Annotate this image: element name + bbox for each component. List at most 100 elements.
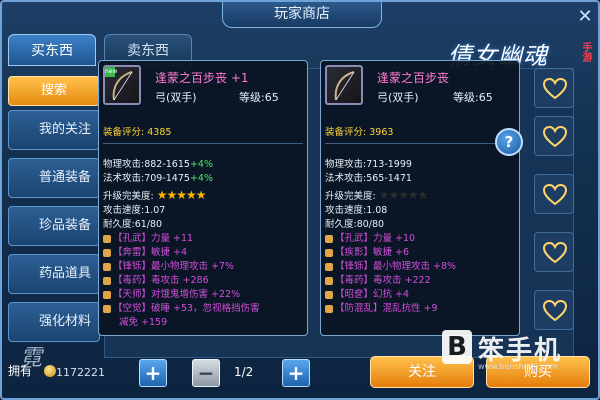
watermark-logo: B [442, 330, 472, 364]
phys-attack-row: 物理攻击:882-1615+4% [103, 159, 213, 171]
gem-text: 【锋铄】最小物理攻击 +8% [335, 261, 457, 272]
sidebar-item-rare-equip[interactable]: 珍品装备 [8, 206, 100, 246]
gem-row: 【奔雷】敏捷 +4 [103, 247, 187, 258]
magic-attack-row: 法术攻击:709-1475+4% [103, 173, 213, 185]
star-icon: ★ [378, 188, 390, 202]
favorite-button[interactable] [534, 174, 574, 214]
shop-window: 玩家商店 ✕ 倩女幽魂 手游 买东西 卖东西 搜索 我的关注 普通装备 珍品装备… [0, 0, 600, 400]
phys-attack: 物理攻击:713-1999 [325, 159, 412, 170]
gem-icon [103, 276, 111, 285]
heart-icon [543, 78, 567, 100]
money-label: 拥有 [8, 364, 33, 378]
durability: 耐久度:80/80 [325, 219, 385, 230]
perfection-label: 升级完美度: [325, 191, 376, 202]
magic-attack-bonus: +4% [189, 173, 213, 184]
gem-icon [103, 248, 111, 257]
gem-text: 【毒药】毒攻击 +286 [113, 275, 209, 286]
magic-attack: 法术攻击:709-1475 [103, 173, 190, 184]
sidebar-item-normal-equip[interactable]: 普通装备 [8, 158, 100, 198]
coin-icon [44, 365, 56, 377]
gem-text: 【防混乱】混乱抗性 +9 [335, 303, 438, 314]
gem-row: 【空觉】破睡 +53，忽视格挡伤害 [103, 303, 260, 314]
bow-icon [334, 71, 355, 101]
heart-icon [543, 126, 567, 148]
heart-icon [543, 242, 567, 264]
tab-buy[interactable]: 买东西 [8, 34, 96, 66]
gem-row: 【锋铄】最小物理攻击 +7% [103, 261, 234, 272]
item-type: 弓(双手) [155, 91, 197, 104]
perfection-row: 升级完美度: ★★★★★ [103, 188, 207, 203]
score-row: 装备评分: 4385 [103, 127, 171, 139]
star-icon: ★ [186, 188, 197, 202]
score-label: 装备评分: [325, 127, 367, 138]
star-icon: ★ [176, 188, 187, 202]
gem-row: 【毒药】毒攻击 +222 [325, 275, 431, 286]
gem-row: 【疾影】敏捷 +6 [325, 247, 409, 258]
heart-icon [543, 300, 567, 322]
gem-row: 减免 +159 [119, 317, 167, 328]
favorite-button[interactable] [534, 290, 574, 330]
favorite-button[interactable] [534, 116, 574, 156]
item-tooltip-compare: 逢蒙之百步丧 弓(双手) 等级:65 装备评分: 3963 物理攻击:713-1… [320, 60, 520, 336]
gem-text: 【孔武】力量 +10 [335, 233, 416, 244]
star-icon: ★ [195, 188, 207, 202]
prev-page-button[interactable]: − [192, 359, 220, 387]
gem-icon [103, 262, 111, 271]
item-type: 弓(双手) [377, 91, 419, 104]
gem-icon [325, 304, 333, 313]
heart-icon [543, 184, 567, 206]
item-tooltip-current: new 逢蒙之百步丧 +1 弓(双手) 等级:65 装备评分: 4385 物理攻… [98, 60, 308, 336]
item-level: 等级:65 [453, 91, 493, 104]
star-icon: ★ [417, 188, 429, 202]
window-title: 玩家商店 [222, 2, 382, 28]
gem-text: 【孔武】力量 +11 [113, 233, 194, 244]
close-icon[interactable]: ✕ [574, 6, 596, 28]
score-value: 4385 [147, 127, 172, 138]
gem-icon [325, 290, 333, 299]
score-label: 装备评分: [103, 127, 145, 138]
gem-text: 【昭奁】幻抗 +4 [335, 289, 410, 300]
score-value: 3963 [369, 127, 394, 138]
sidebar-item-materials[interactable]: 强化材料 [8, 302, 100, 342]
gem-icon [325, 248, 333, 257]
phys-attack: 物理攻击:882-1615 [103, 159, 190, 170]
score-row: 装备评分: 3963 [325, 127, 393, 139]
sidebar-item-potions[interactable]: 药品道具 [8, 254, 100, 294]
bow-item-icon[interactable]: new [103, 65, 141, 105]
star-icon: ★ [408, 188, 419, 202]
gem-icon [325, 234, 333, 243]
bow-icon [112, 71, 133, 101]
gem-icon [103, 234, 111, 243]
search-button[interactable]: 搜索 [8, 76, 100, 106]
gem-text: 【疾影】敏捷 +6 [335, 247, 410, 258]
gem-text: 【天师】对饿鬼增伤害 +22% [113, 289, 241, 300]
favorite-button[interactable] [534, 232, 574, 272]
divider [103, 143, 303, 144]
money-value: 1172221 [56, 366, 105, 379]
watermark-url: www.benshouji.com [478, 362, 558, 371]
attack-speed: 攻击速度:1.07 [103, 205, 166, 216]
gem-row: 【孔武】力量 +10 [325, 233, 415, 244]
help-button[interactable]: ? [495, 128, 523, 156]
perfection-row: 升级完美度: ★★★★★ [325, 188, 429, 203]
gem-icon [103, 290, 111, 299]
add-money-button[interactable]: + [139, 359, 167, 387]
site-watermark: B 笨手机 www.benshouji.com [442, 328, 598, 371]
star-icon: ★ [166, 188, 178, 202]
attack-speed: 攻击速度:1.08 [325, 205, 388, 216]
star-icon: ★ [398, 188, 409, 202]
next-page-button[interactable]: + [282, 359, 310, 387]
durability: 耐久度:61/80 [103, 219, 163, 230]
gem-row: 【孔武】力量 +11 [103, 233, 193, 244]
sidebar-item-my-follow[interactable]: 我的关注 [8, 110, 100, 150]
item-name: 逢蒙之百步丧 +1 [155, 71, 249, 85]
divider [325, 143, 515, 144]
favorite-button[interactable] [534, 68, 574, 108]
bow-item-icon[interactable] [325, 65, 363, 105]
item-level: 等级:65 [239, 91, 279, 104]
perfection-label: 升级完美度: [103, 191, 154, 202]
gem-text: 减免 +159 [119, 317, 168, 328]
magic-attack: 法术攻击:565-1471 [325, 173, 412, 184]
gem-row: 【锋铄】最小物理攻击 +8% [325, 261, 456, 272]
gem-icon [103, 304, 111, 313]
